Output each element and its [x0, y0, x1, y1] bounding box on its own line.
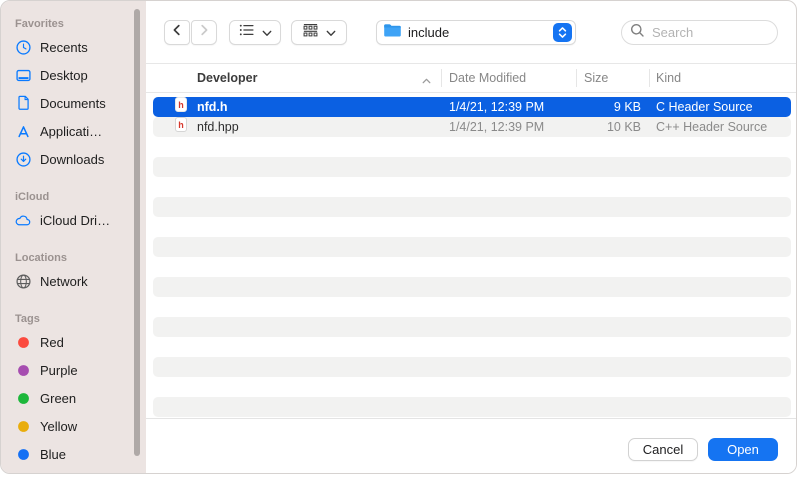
sidebar-item-label: Yellow	[40, 419, 77, 434]
sidebar-item-label: Green	[40, 391, 76, 406]
open-file-dialog: Favorites Recents Desktop Documents Applicat…	[0, 0, 797, 474]
column-separator[interactable]	[441, 69, 442, 87]
open-button[interactable]: Open	[708, 438, 778, 461]
chevron-right-icon	[198, 23, 210, 42]
sidebar-item-documents[interactable]: Documents	[1, 89, 146, 117]
file-row-nfd.hpp[interactable]: h nfd.hpp 1/4/21, 12:39 PM10 KB C++ Header …	[153, 117, 791, 137]
sidebar-sections: Favorites Recents Desktop Documents Applicat…	[1, 18, 146, 473]
clock-icon	[14, 38, 33, 57]
sidebar-item-label: Recents	[40, 40, 88, 55]
appstore-a-icon	[14, 122, 33, 141]
sidebar-item-label: Documents	[40, 96, 106, 111]
search-field[interactable]	[621, 20, 778, 45]
sidebar-item-blue[interactable]: Blue	[1, 440, 146, 468]
group-view-button[interactable]	[291, 20, 347, 45]
folder-icon	[383, 23, 402, 43]
list-view-icon	[239, 23, 255, 42]
column-separator[interactable]	[576, 69, 577, 87]
sidebar-item-icloud-dri[interactable]: iCloud Dri…	[1, 206, 146, 234]
tag-dot-icon	[14, 389, 33, 408]
forward-button[interactable]	[191, 20, 217, 45]
sidebar-item-yellow[interactable]: Yellow	[1, 412, 146, 440]
back-button[interactable]	[164, 20, 190, 45]
empty-row-stripe	[153, 277, 791, 297]
empty-row-stripe	[153, 157, 791, 177]
column-header-date-modified[interactable]: Date Modified	[449, 64, 526, 92]
chevron-down-icon	[262, 24, 272, 42]
sidebar-item-label: Purple	[40, 363, 78, 378]
file-name: nfd.h	[197, 97, 228, 117]
sidebar-item-label: iCloud Dri…	[40, 213, 110, 228]
column-header-kind[interactable]: Kind	[656, 64, 681, 92]
empty-row-stripe	[153, 397, 791, 417]
sidebar-item-network[interactable]: Network	[1, 267, 146, 295]
file-size: 10 KB	[535, 117, 641, 137]
column-header-developer[interactable]: Developer	[197, 64, 257, 92]
file-size: 9 KB	[535, 97, 641, 117]
sidebar-item-desktop[interactable]: Desktop	[1, 61, 146, 89]
sidebar-item-downloads[interactable]: Downloads	[1, 145, 146, 173]
sidebar-item-label: Red	[40, 335, 64, 350]
chevron-left-icon	[171, 23, 183, 42]
tag-dot-icon	[14, 417, 33, 436]
file-list: h nfd.h 1/4/21, 12:39 PM9 KB C Header Sourc…	[146, 93, 796, 419]
tag-dot-icon	[14, 361, 33, 380]
sidebar: Favorites Recents Desktop Documents Applicat…	[1, 1, 146, 473]
sidebar-section-header: iCloud	[15, 191, 146, 203]
all-tags-circle-icon	[14, 473, 33, 474]
sidebar-item-green[interactable]: Green	[1, 384, 146, 412]
sidebar-item-recents[interactable]: Recents	[1, 33, 146, 61]
download-circle-icon	[14, 150, 33, 169]
file-name: nfd.hpp	[197, 117, 239, 137]
cancel-button[interactable]: Cancel	[628, 438, 698, 461]
sidebar-item-red[interactable]: Red	[1, 328, 146, 356]
dialog-main: include Developer Date Modified Size Kin…	[146, 1, 796, 473]
sidebar-item-purple[interactable]: Purple	[1, 356, 146, 384]
empty-row-stripe	[153, 237, 791, 257]
column-separator[interactable]	[649, 69, 650, 87]
sidebar-item-label: Blue	[40, 447, 66, 462]
header-file-icon: h	[175, 117, 187, 132]
empty-row-stripe	[153, 317, 791, 337]
search-input[interactable]	[650, 24, 769, 41]
popup-stepper-icon	[553, 23, 572, 42]
file-date-modified: 1/4/21, 12:39 PM	[449, 97, 544, 117]
sidebar-section-header: Locations	[15, 252, 146, 264]
chevron-down-icon	[326, 24, 336, 42]
sidebar-scrollbar[interactable]	[134, 9, 140, 456]
sidebar-item-label: Applicati…	[40, 124, 102, 139]
desktop-icon	[14, 66, 33, 85]
current-folder-label: include	[408, 25, 547, 40]
search-icon	[630, 23, 645, 43]
list-view-button[interactable]	[229, 20, 281, 45]
empty-row-stripe	[153, 357, 791, 377]
sidebar-section-header: Favorites	[15, 18, 146, 30]
dialog-footer: Cancel Open	[146, 418, 796, 473]
file-kind: C++ Header Source	[656, 117, 767, 137]
file-kind: C Header Source	[656, 97, 753, 117]
file-row-nfd.h[interactable]: h nfd.h 1/4/21, 12:39 PM9 KB C Header Sourc…	[153, 97, 791, 117]
tag-dot-icon	[14, 333, 33, 352]
sidebar-item-all-tags[interactable]: All Tags	[1, 468, 146, 473]
sidebar-section-header: Tags	[15, 313, 146, 325]
sort-ascending-icon[interactable]	[421, 74, 432, 88]
sidebar-item-label: Downloads	[40, 152, 104, 167]
sidebar-item-label: Desktop	[40, 68, 88, 83]
cloud-icon	[14, 211, 33, 230]
globe-icon	[14, 272, 33, 291]
table-header: Developer Date Modified Size Kind	[146, 63, 796, 93]
file-date-modified: 1/4/21, 12:39 PM	[449, 117, 544, 137]
column-header-size[interactable]: Size	[584, 64, 608, 92]
sidebar-item-label: Network	[40, 274, 88, 289]
document-icon	[14, 94, 33, 113]
group-view-icon	[302, 23, 319, 43]
header-file-icon: h	[175, 97, 187, 112]
current-folder-dropdown[interactable]: include	[376, 20, 576, 45]
sidebar-item-applicati[interactable]: Applicati…	[1, 117, 146, 145]
empty-row-stripe	[153, 197, 791, 217]
tag-dot-icon	[14, 445, 33, 464]
